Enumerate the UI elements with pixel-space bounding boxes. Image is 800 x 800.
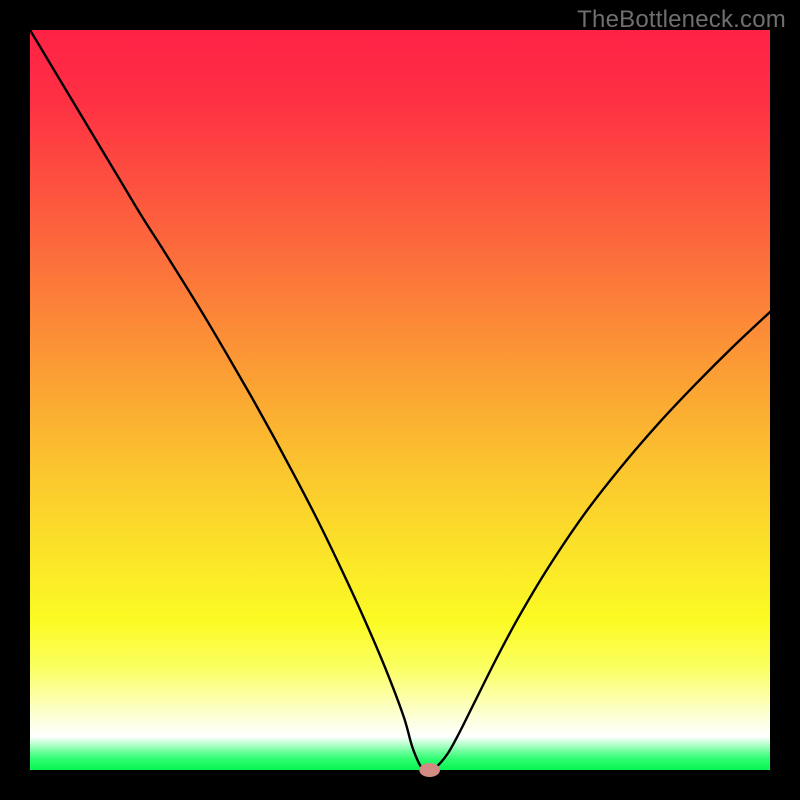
chart-frame: { "watermark": "TheBottleneck.com", "col… [0,0,800,800]
optimum-marker [419,763,440,777]
plot-area [30,30,770,770]
watermark-text: TheBottleneck.com [577,6,786,34]
bottleneck-chart [0,0,800,800]
